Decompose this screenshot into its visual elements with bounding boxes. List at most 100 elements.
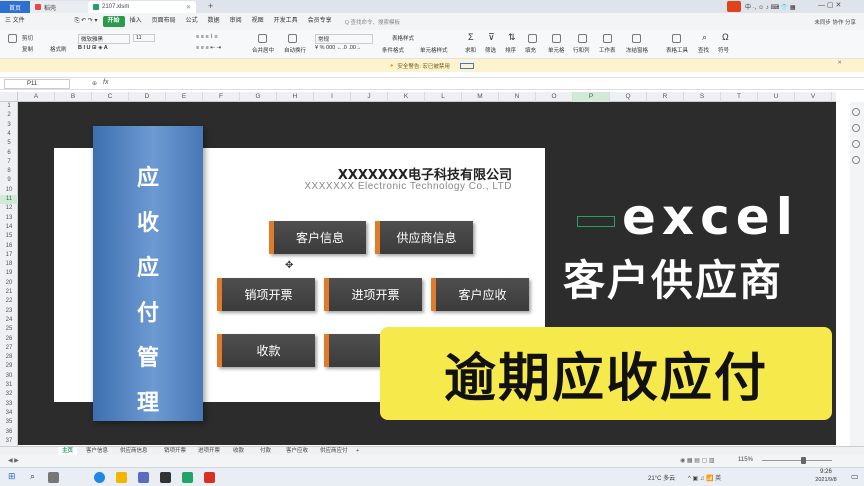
tab-home[interactable]: 首页 (0, 1, 30, 13)
row-header-2[interactable]: 2 (0, 111, 18, 120)
cell-button[interactable]: 单元格 (548, 46, 565, 54)
menu-developer[interactable]: 开发工具 (269, 16, 303, 27)
row-header-25[interactable]: 25 (0, 325, 18, 334)
menu-file[interactable]: 三 文件 (0, 16, 30, 27)
menu-new-icons[interactable]: ⎘ ↶ ↷ ▾ (70, 16, 103, 27)
edge-icon[interactable] (94, 472, 105, 483)
row-header-34[interactable]: 34 (0, 409, 18, 418)
symbol-icon[interactable]: Ω (722, 32, 729, 42)
row-header-15[interactable]: 15 (0, 232, 18, 241)
row-header-29[interactable]: 29 (0, 362, 18, 371)
column-header-T[interactable]: T (721, 92, 758, 102)
worksheet-canvas[interactable]: 应收应付管理 XXXXXXX电子科技有限公司 XXXXXXX Electroni… (18, 102, 836, 445)
row-header-19[interactable]: 19 (0, 269, 18, 278)
formula-input[interactable] (116, 79, 836, 89)
row-header-11[interactable]: 11 (0, 195, 18, 204)
clock-time[interactable]: 9:26 (806, 469, 846, 475)
font-style-buttons[interactable]: B I U ⊞ ◈ A (78, 45, 108, 51)
find-icon[interactable]: ⌕ (702, 32, 707, 43)
row-header-33[interactable]: 33 (0, 400, 18, 409)
freeze-panes-button[interactable]: 冻结窗格 (626, 46, 648, 54)
notification-icon[interactable]: ▭ (851, 472, 859, 481)
column-header-G[interactable]: G (240, 92, 277, 102)
side-tool-icon-1[interactable] (852, 108, 860, 116)
row-header-32[interactable]: 32 (0, 390, 18, 399)
row-header-9[interactable]: 9 (0, 176, 18, 185)
column-header-N[interactable]: N (499, 92, 536, 102)
sheet-nav-icons[interactable]: ◀ ▶ (8, 457, 19, 464)
table-tools-icon[interactable] (672, 34, 681, 43)
row-header-35[interactable]: 35 (0, 418, 18, 427)
cell-style-button[interactable]: 单元格样式 (420, 46, 448, 54)
payment-button[interactable] (324, 334, 384, 367)
column-header-D[interactable]: D (129, 92, 166, 102)
menu-formulas[interactable]: 公式 (181, 16, 203, 27)
column-header-B[interactable]: B (55, 92, 92, 102)
column-header-U[interactable]: U (758, 92, 795, 102)
menu-insert[interactable]: 插入 (125, 16, 147, 27)
column-header-F[interactable]: F (203, 92, 240, 102)
column-header-I[interactable]: I (314, 92, 351, 102)
sogou-ime-icon[interactable] (727, 1, 741, 12)
table-style-button[interactable]: 表格样式 (392, 34, 414, 42)
tab-daoke[interactable]: 稻壳 (30, 1, 88, 13)
sort-icon[interactable]: ⇅ (508, 32, 516, 43)
menu-member[interactable]: 会员专享 (303, 16, 337, 27)
row-header-14[interactable]: 14 (0, 223, 18, 232)
wechat-icon[interactable] (182, 472, 193, 483)
system-tray-icons[interactable]: ^ ▣ ♫ 📶 英 (688, 473, 721, 482)
row-header-1[interactable]: 1 (0, 102, 18, 111)
copy-button[interactable]: 复制 (22, 45, 33, 53)
row-header-4[interactable]: 4 (0, 130, 18, 139)
sum-icon[interactable]: Σ (468, 32, 474, 42)
row-header-26[interactable]: 26 (0, 335, 18, 344)
row-header-28[interactable]: 28 (0, 353, 18, 362)
wps-icon[interactable] (204, 472, 215, 483)
search-input[interactable]: Q 查找命令、搜索模板 (345, 18, 400, 26)
column-header-E[interactable]: E (166, 92, 203, 102)
merge-center-button[interactable]: 合并居中 (252, 46, 274, 54)
purchase-invoice-button[interactable]: 进项开票 (324, 278, 422, 311)
fill-button[interactable]: 填充 (525, 46, 536, 54)
task-view-icon[interactable] (48, 472, 59, 483)
paste-icon[interactable] (8, 34, 17, 43)
row-col-button[interactable]: 行和列 (573, 46, 590, 54)
column-header-A[interactable]: A (18, 92, 55, 102)
row-header-10[interactable]: 10 (0, 186, 18, 195)
enable-macro-button[interactable] (459, 62, 474, 69)
name-box[interactable]: P11 (4, 79, 70, 89)
conditional-format-button[interactable]: 条件格式 (382, 46, 404, 54)
merge-icon[interactable] (258, 34, 267, 43)
side-tool-icon-4[interactable] (852, 156, 860, 164)
column-header-P[interactable]: P (573, 92, 610, 102)
sort-button[interactable]: 排序 (505, 46, 516, 54)
table-tools-button[interactable]: 表格工具 (666, 46, 688, 54)
row-header-20[interactable]: 20 (0, 279, 18, 288)
column-header-R[interactable]: R (647, 92, 684, 102)
row-header-21[interactable]: 21 (0, 288, 18, 297)
symbol-button[interactable]: 符号 (718, 46, 729, 54)
collection-button[interactable]: 收款 (217, 334, 315, 367)
number-format-buttons[interactable]: ¥ % 000 ←.0 .00→ (315, 45, 361, 51)
menu-home[interactable]: 开始 (102, 16, 125, 27)
column-header-H[interactable]: H (277, 92, 314, 102)
column-header-Q[interactable]: Q (610, 92, 647, 102)
row-header-16[interactable]: 16 (0, 242, 18, 251)
row-header-3[interactable]: 3 (0, 121, 18, 130)
column-header-M[interactable]: M (462, 92, 499, 102)
worksheet-button[interactable]: 工作表 (599, 46, 616, 54)
format-painter-button[interactable]: 格式刷 (50, 45, 67, 53)
zoom-slider-handle[interactable] (801, 457, 806, 464)
column-header-S[interactable]: S (684, 92, 721, 102)
row-col-icon[interactable] (578, 34, 587, 43)
align-top-buttons[interactable]: ≡ ≡ ≡ ⌇ ≡ (196, 34, 218, 40)
fill-icon[interactable] (528, 34, 537, 43)
font-size-select[interactable]: 11 (133, 34, 155, 42)
column-header-V[interactable]: V (795, 92, 832, 102)
align-bottom-buttons[interactable]: ≡ ≡ ≡ ⇤ ⇥ (196, 45, 221, 51)
sync-status[interactable]: 未同步 协作 分享 (814, 18, 856, 26)
row-header-12[interactable]: 12 (0, 204, 18, 213)
worksheet-icon[interactable] (603, 34, 612, 43)
row-header-37[interactable]: 37 (0, 437, 18, 446)
row-header-23[interactable]: 23 (0, 307, 18, 316)
